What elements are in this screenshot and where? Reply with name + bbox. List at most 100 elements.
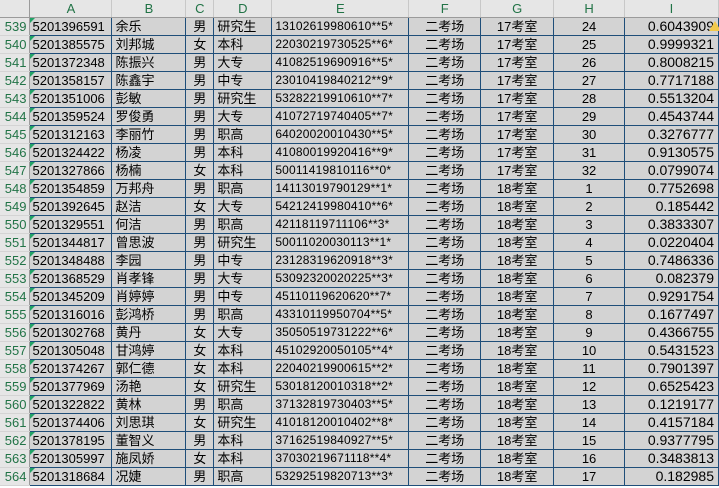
cell-name[interactable]: 肖孝锋 (111, 269, 187, 288)
cell-name[interactable]: 李丽竹 (111, 125, 187, 144)
cell-score[interactable]: 0.4157184 (624, 413, 719, 432)
cell-name[interactable]: 刘思琪 (111, 413, 187, 432)
row-number[interactable]: 555 (0, 305, 31, 324)
cell-gender[interactable]: 女 (185, 377, 215, 396)
row-number[interactable]: 564 (0, 467, 31, 486)
cell-gender[interactable]: 男 (185, 287, 215, 306)
cell-name[interactable]: 甘鸿婷 (111, 341, 187, 360)
cell-name[interactable]: 郭仁德 (111, 359, 187, 378)
cell-id-card[interactable]: 41080019920416**9* (271, 143, 410, 162)
cell-name[interactable]: 杨凌 (111, 143, 187, 162)
cell-id-card[interactable]: 41072719740405**7* (271, 107, 410, 126)
cell-exam-room[interactable]: 18考室 (480, 413, 555, 432)
cell-exam-site[interactable]: 二考场 (408, 197, 482, 216)
cell-exam-room[interactable]: 17考室 (480, 89, 555, 108)
cell-name[interactable]: 黄林 (111, 395, 187, 414)
cell-name[interactable]: 刘邦城 (111, 35, 187, 54)
cell-name[interactable]: 彭敏 (111, 89, 187, 108)
cell-education[interactable]: 大专 (213, 269, 273, 288)
row-number[interactable]: 551 (0, 233, 31, 252)
cell-name[interactable]: 陈鑫宇 (111, 71, 187, 90)
cell-name[interactable]: 赵洁 (111, 197, 187, 216)
cell-education[interactable]: 职高 (213, 125, 273, 144)
cell-exam-room[interactable]: 18考室 (480, 251, 555, 270)
cell-score[interactable]: 0.3276777 (624, 125, 719, 144)
cell-score[interactable]: 0.9377795 (624, 431, 719, 450)
cell-gender[interactable]: 男 (185, 251, 215, 270)
cell-seat-number[interactable]: 4 (553, 233, 625, 252)
cell-score[interactable]: 0.7486336 (624, 251, 719, 270)
cell-exam-site[interactable]: 二考场 (408, 359, 482, 378)
cell-exam-site[interactable]: 二考场 (408, 35, 482, 54)
cell-exam-site[interactable]: 二考场 (408, 413, 482, 432)
cell-gender[interactable]: 男 (185, 143, 215, 162)
cell-exam-room[interactable]: 18考室 (480, 179, 555, 198)
cell-id-card[interactable]: 41082519690916**5* (271, 53, 410, 72)
cell-score[interactable]: 0.1219177 (624, 395, 719, 414)
row-number[interactable]: 545 (0, 125, 31, 144)
row-number[interactable]: 559 (0, 377, 31, 396)
cell-education[interactable]: 本科 (213, 143, 273, 162)
cell-education[interactable]: 职高 (213, 215, 273, 234)
row-number[interactable]: 546 (0, 143, 31, 162)
row-number[interactable]: 547 (0, 161, 31, 180)
cell-exam-id[interactable]: 5201305048 (29, 341, 113, 360)
cell-name[interactable]: 余乐 (111, 17, 187, 36)
cell-id-card[interactable]: 53282219910610**7* (271, 89, 410, 108)
cell-name[interactable]: 罗俊勇 (111, 107, 187, 126)
cell-id-card[interactable]: 64020020010430**5* (271, 125, 410, 144)
cell-name[interactable]: 施凤娇 (111, 449, 187, 468)
cell-gender[interactable]: 女 (185, 323, 215, 342)
cell-gender[interactable]: 女 (185, 413, 215, 432)
cell-gender[interactable]: 男 (185, 53, 215, 72)
cell-score[interactable]: 0.8008215 (624, 53, 719, 72)
cell-id-card[interactable]: 14113019790129**1* (271, 179, 410, 198)
cell-exam-id[interactable]: 5201318684 (29, 467, 113, 486)
cell-score[interactable]: 0.1677497 (624, 305, 719, 324)
cell-exam-room[interactable]: 18考室 (480, 341, 555, 360)
cell-education[interactable]: 本科 (213, 341, 273, 360)
cell-name[interactable]: 肖婷婷 (111, 287, 187, 306)
cell-seat-number[interactable]: 8 (553, 305, 625, 324)
cell-exam-room[interactable]: 18考室 (480, 269, 555, 288)
cell-exam-id[interactable]: 5201368529 (29, 269, 113, 288)
cell-seat-number[interactable]: 27 (553, 71, 625, 90)
cell-exam-site[interactable]: 二考场 (408, 269, 482, 288)
cell-exam-room[interactable]: 17考室 (480, 71, 555, 90)
cell-exam-id[interactable]: 5201378195 (29, 431, 113, 450)
cell-education[interactable]: 本科 (213, 359, 273, 378)
cell-exam-room[interactable]: 18考室 (480, 467, 555, 486)
cell-seat-number[interactable]: 13 (553, 395, 625, 414)
cell-id-card[interactable]: 37162519840927**5* (271, 431, 410, 450)
cell-exam-id[interactable]: 5201344817 (29, 233, 113, 252)
cell-exam-id[interactable]: 5201305997 (29, 449, 113, 468)
row-number[interactable]: 560 (0, 395, 31, 414)
cell-name[interactable]: 何洁 (111, 215, 187, 234)
cell-score[interactable]: 0.082379 (624, 269, 719, 288)
cell-exam-room[interactable]: 18考室 (480, 359, 555, 378)
cell-exam-site[interactable]: 二考场 (408, 287, 482, 306)
cell-education[interactable]: 职高 (213, 305, 273, 324)
cell-id-card[interactable]: 41018120010402**8* (271, 413, 410, 432)
cell-score[interactable]: 0.9130575 (624, 143, 719, 162)
cell-gender[interactable]: 女 (185, 359, 215, 378)
cell-name[interactable]: 杨楠 (111, 161, 187, 180)
cell-id-card[interactable]: 22030219730525**6* (271, 35, 410, 54)
cell-exam-room[interactable]: 17考室 (480, 125, 555, 144)
cell-exam-room[interactable]: 17考室 (480, 35, 555, 54)
cell-id-card[interactable]: 45102920050105**4* (271, 341, 410, 360)
cell-exam-id[interactable]: 5201354859 (29, 179, 113, 198)
cell-gender[interactable]: 男 (185, 71, 215, 90)
cell-exam-id[interactable]: 5201302768 (29, 323, 113, 342)
row-number[interactable]: 549 (0, 197, 31, 216)
column-header-d[interactable]: D (213, 0, 273, 18)
row-number[interactable]: 542 (0, 71, 31, 90)
cell-score[interactable]: 0.5431523 (624, 341, 719, 360)
cell-exam-id[interactable]: 5201385575 (29, 35, 113, 54)
cell-id-card[interactable]: 54212419980410**6* (271, 197, 410, 216)
cell-seat-number[interactable]: 3 (553, 215, 625, 234)
column-header-h[interactable]: H (553, 0, 625, 18)
row-number[interactable]: 539 (0, 17, 31, 36)
cell-exam-id[interactable]: 5201372348 (29, 53, 113, 72)
row-number[interactable]: 550 (0, 215, 31, 234)
